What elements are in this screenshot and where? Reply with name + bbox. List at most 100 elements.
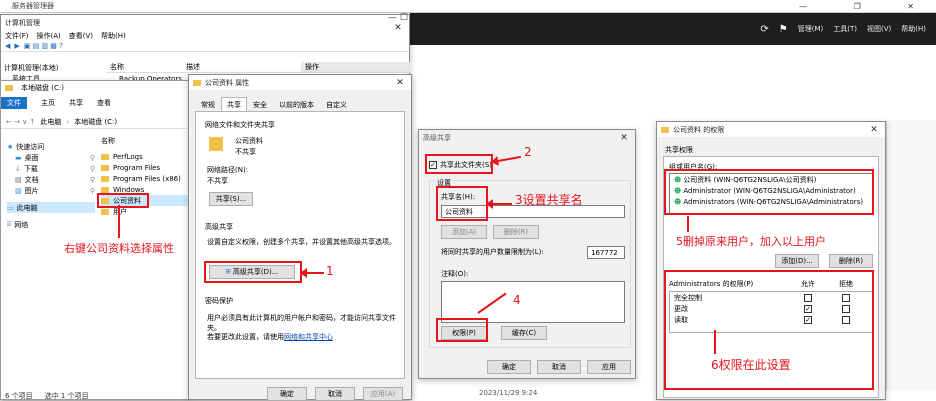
- nav-pictures[interactable]: ▨ 图片 ⚲: [7, 185, 95, 196]
- ribbon-view[interactable]: 查看: [97, 98, 111, 108]
- annotation-arrow-right-click: [118, 205, 120, 238]
- network-center-link[interactable]: 网络和共享中心: [284, 333, 333, 341]
- timestamp: 2023/11/29 9:24: [479, 389, 538, 397]
- crumb-this-pc[interactable]: 此电脑: [40, 117, 61, 127]
- group-advanced: 高级共享: [205, 223, 233, 231]
- network-icon: ⌸: [7, 220, 12, 228]
- share-button[interactable]: 共享(S)...: [209, 192, 253, 206]
- nav-downloads[interactable]: ↓ 下载 ⚲: [7, 163, 95, 174]
- nav-desktop[interactable]: ▬ 桌面 ⚲: [7, 152, 95, 163]
- desktop-icon: ▬: [15, 153, 22, 162]
- annotation-arrow-1: [300, 268, 324, 278]
- menu-file[interactable]: 文件(F): [5, 31, 29, 41]
- props-apply-button[interactable]: 应用(A): [363, 387, 403, 401]
- caching-button[interactable]: 缓存(C): [501, 326, 547, 340]
- toolbar-icons[interactable]: ▣ ▤ ▥ ▦ ?: [24, 42, 63, 50]
- adv-titlebar: 高级共享 ✕: [419, 130, 635, 145]
- nav-network[interactable]: ⌸ 网络: [7, 219, 95, 230]
- file-list-header[interactable]: 名称: [101, 136, 115, 146]
- server-manager-toolbar: ⟳ ⚑ 管理(M) 工具(T) 视图(V) 帮助(H): [410, 13, 936, 45]
- menu-view[interactable]: 视图(V): [867, 24, 891, 34]
- annotation-3: 3设置共享名: [515, 193, 583, 207]
- annotation-arrow-5: [687, 216, 689, 232]
- ribbon-file[interactable]: 文件: [1, 97, 27, 109]
- pin-icon: ⚲: [89, 153, 95, 162]
- pin-icon: ⚲: [89, 175, 95, 184]
- document-icon: ▤: [15, 175, 22, 184]
- file-perflogs[interactable]: PerfLogs: [101, 151, 189, 162]
- annotation-1: 1: [326, 264, 334, 278]
- highlight-share-name: [436, 186, 488, 221]
- back-icon[interactable]: ◀: [5, 42, 10, 50]
- props-title: 公司资料 属性: [205, 78, 250, 87]
- adv-apply-button[interactable]: 应用: [587, 360, 631, 374]
- tree-root[interactable]: 计算机管理(本地): [4, 62, 104, 73]
- menu-help2[interactable]: 帮助(H): [101, 31, 126, 41]
- col-name[interactable]: 名称: [106, 62, 186, 72]
- close-icon[interactable]: ✕: [389, 78, 411, 88]
- props-cancel-button[interactable]: 取消: [315, 387, 355, 401]
- ribbon-home[interactable]: 主页: [41, 98, 55, 108]
- perm-tab[interactable]: 共享权限: [665, 145, 693, 155]
- refresh-icon[interactable]: ⟳: [760, 24, 768, 35]
- ribbon-share[interactable]: 共享: [69, 98, 83, 108]
- col-desc[interactable]: 描述: [186, 62, 301, 72]
- highlight-advanced-button: [204, 261, 302, 283]
- comment-textarea[interactable]: [441, 281, 625, 323]
- close-icon[interactable]: ✕: [863, 125, 885, 135]
- limit-label: 将同时共享的用户数量限制为(L):: [441, 248, 544, 256]
- forward-icon[interactable]: ▶: [14, 42, 19, 50]
- limit-input[interactable]: 167772: [587, 246, 625, 259]
- adv-ok-button[interactable]: 确定: [487, 360, 531, 374]
- big-folder-icon: [209, 137, 223, 151]
- comp-mgmt-titlebar: 计算机管理 — ☐ ✕: [1, 13, 409, 33]
- folder-icon: [661, 126, 669, 133]
- network-path-label: 网络路径(N):: [207, 166, 249, 174]
- highlight-permissions-button: [436, 318, 488, 342]
- perm-titlebar: 公司资料 的权限 ✕: [657, 122, 885, 137]
- nav-arrows-icon[interactable]: ← → ∨ ↑: [6, 118, 35, 126]
- menu-action[interactable]: 操作(A): [37, 31, 61, 41]
- folder-icon: [193, 79, 201, 86]
- nav-quick-access[interactable]: ★ 快速访问: [7, 141, 95, 152]
- perm-add-button[interactable]: 添加(D)...: [775, 254, 819, 268]
- flag-icon[interactable]: ⚑: [779, 24, 788, 35]
- advanced-desc: 设置自定义权限，创建多个共享，并设置其他高级共享选项。: [207, 238, 396, 246]
- props-ok-button[interactable]: 确定: [267, 387, 307, 401]
- star-icon: ★: [7, 142, 14, 151]
- menu-tools[interactable]: 工具(T): [833, 24, 857, 34]
- share-state: 不共享: [235, 148, 256, 156]
- window-controls[interactable]: — ❐ ✕: [799, 2, 936, 11]
- menu-view2[interactable]: 查看(V): [69, 31, 93, 41]
- file-program-files-x86[interactable]: Program Files (x86): [101, 173, 189, 184]
- adv-title: 高级共享: [423, 133, 451, 142]
- close-icon[interactable]: ✕: [613, 133, 635, 143]
- annotation-arrow-6: [714, 330, 716, 354]
- annotation-arrow-3: [486, 199, 512, 209]
- download-icon: ↓: [15, 164, 21, 173]
- adv-remove-button[interactable]: 删除(R): [493, 225, 539, 239]
- pin-icon: ⚲: [89, 186, 95, 195]
- perm-remove-button[interactable]: 删除(R): [829, 254, 873, 268]
- list-header: 名称 描述 操作: [106, 62, 411, 73]
- address-bar[interactable]: ← → ∨ ↑ 此电脑 › 本地磁盘 (C:): [1, 115, 191, 129]
- crumb-drive[interactable]: 本地磁盘 (C:): [74, 117, 117, 127]
- file-program-files[interactable]: Program Files: [101, 162, 189, 173]
- col-action: 操作: [301, 62, 411, 72]
- perm-title: 公司资料 的权限: [673, 125, 725, 134]
- close-icon[interactable]: — ☐ ✕: [387, 13, 409, 33]
- server-manager-titlebar: 服务器管理器 — ❐ ✕: [0, 0, 936, 13]
- menu-help[interactable]: 帮助(H): [901, 24, 926, 34]
- picture-icon: ▨: [15, 186, 22, 195]
- nav-documents[interactable]: ▤ 文档 ⚲: [7, 174, 95, 185]
- password-desc2: 若要更改此设置，请使用网络和共享中心: [207, 333, 333, 341]
- adv-add-button[interactable]: 添加(A): [441, 225, 487, 239]
- nav-this-pc[interactable]: ▭ 此电脑: [7, 202, 95, 213]
- adv-cancel-button[interactable]: 取消: [537, 360, 581, 374]
- properties-dialog: 公司资料 属性 ✕ 常规 共享 安全 以前的版本 自定义 网络文件和文件夹共享 公…: [188, 74, 412, 401]
- computer-icon: ▭: [7, 203, 14, 212]
- comp-mgmt-menubar: 文件(F) 操作(A) 查看(V) 帮助(H): [1, 30, 409, 41]
- highlight-user-list: [664, 169, 874, 215]
- annotation-4: 4: [513, 293, 521, 307]
- menu-manage[interactable]: 管理(M): [798, 24, 824, 34]
